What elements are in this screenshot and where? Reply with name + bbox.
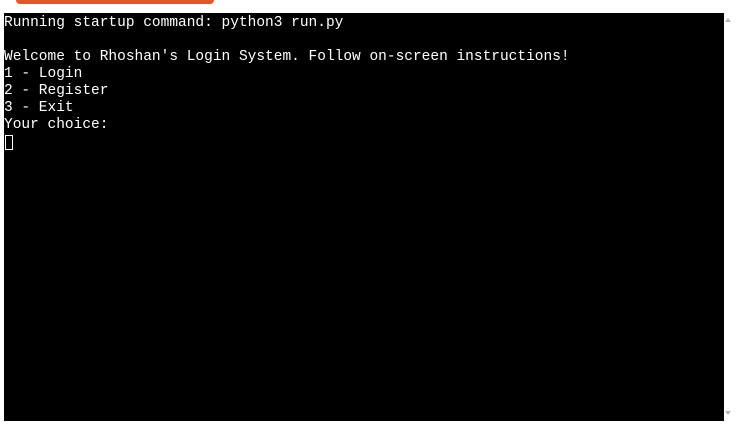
terminal-cursor[interactable] — [5, 135, 13, 150]
welcome-message: Welcome to Rhoshan's Login System. Follo… — [4, 49, 570, 65]
terminal-scrollbar[interactable] — [724, 13, 734, 421]
menu-option-exit: 3 - Exit — [4, 100, 74, 116]
terminal-window[interactable]: Running startup command: python3 run.py … — [4, 13, 724, 421]
menu-option-login: 1 - Login — [4, 66, 83, 82]
scroll-up-arrow-icon[interactable] — [725, 18, 731, 22]
page: Running startup command: python3 run.py … — [0, 0, 750, 428]
run-program-button[interactable] — [16, 0, 214, 4]
terminal-output: Running startup command: python3 run.py … — [4, 13, 724, 150]
menu-option-register: 2 - Register — [4, 83, 109, 99]
startup-command-line: Running startup command: python3 run.py — [4, 15, 344, 31]
choice-prompt: Your choice: — [4, 117, 109, 133]
scroll-down-arrow-icon[interactable] — [725, 411, 731, 415]
